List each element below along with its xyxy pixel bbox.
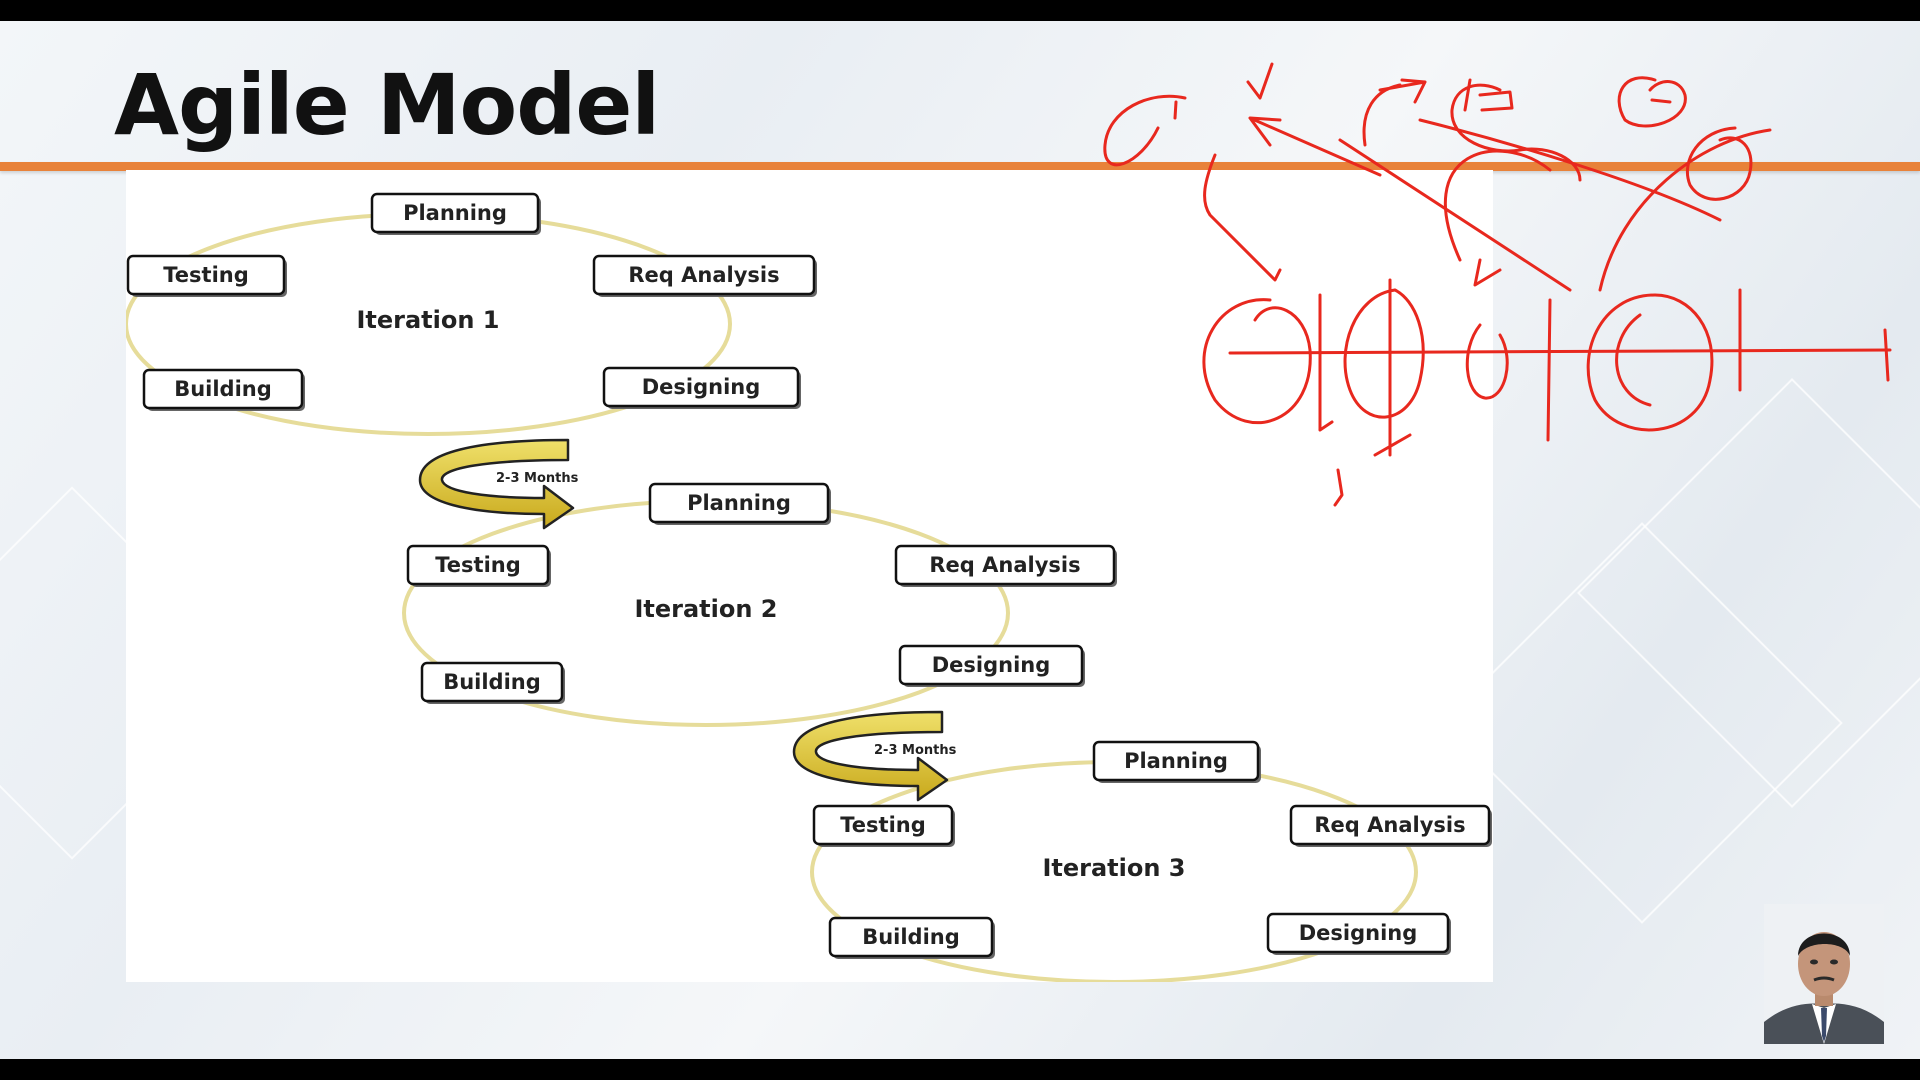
scribble-stroke: [1338, 118, 1722, 292]
stage-label: Testing: [840, 813, 926, 837]
stage-box-building: Building: [420, 661, 565, 704]
stage-label: Req Analysis: [1314, 813, 1465, 837]
stage-label: Req Analysis: [929, 553, 1080, 577]
scribble-stroke: [1586, 293, 1714, 432]
stage-label: Planning: [687, 491, 791, 515]
stage-box-planning: Planning: [1092, 740, 1261, 783]
stage-box-designing: Designing: [898, 644, 1085, 687]
scribble-stroke: [1318, 293, 1334, 432]
iteration-label: Iteration 3: [1042, 854, 1185, 882]
stage-label: Planning: [1124, 749, 1228, 773]
scribble-stroke: [1246, 62, 1274, 100]
handwritten-annotations: [1103, 62, 1892, 507]
scribble-stroke: [1333, 468, 1344, 507]
stage-box-req-analysis: Req Analysis: [894, 544, 1117, 587]
scribble-stroke: [1444, 128, 1772, 292]
scribble-stroke: [1883, 328, 1890, 382]
scribble-stroke: [1617, 76, 1687, 128]
stage-box-planning: Planning: [648, 482, 831, 525]
stage-box-req-analysis: Req Analysis: [592, 254, 817, 297]
stage-box-designing: Designing: [602, 366, 801, 409]
scribble-stroke: [1228, 348, 1892, 355]
stage-box-designing: Designing: [1266, 912, 1451, 955]
iteration-label: Iteration 1: [356, 306, 499, 334]
slide-title: Agile Model: [114, 56, 660, 154]
scribble-stroke: [1473, 258, 1502, 287]
scribble-stroke: [1103, 94, 1187, 167]
scribble-stroke: [1362, 78, 1427, 147]
scribble-stroke: [1202, 298, 1312, 425]
curved-arrow-icon: 2-3 Months: [792, 710, 957, 802]
scribble-stroke: [1615, 313, 1652, 407]
scribble-stroke: [1203, 153, 1282, 282]
scribble-stroke: [1248, 116, 1382, 177]
stage-label: Testing: [163, 263, 249, 287]
scribble-stroke: [1373, 278, 1412, 457]
duration-label: 2-3 Months: [496, 471, 579, 486]
stage-box-planning: Planning: [370, 192, 541, 235]
stage-label: Building: [862, 925, 960, 949]
scribble-stroke: [1685, 126, 1753, 201]
duration-label: 2-3 Months: [874, 743, 957, 758]
stage-label: Building: [174, 377, 272, 401]
stage-label: Building: [443, 670, 541, 694]
scribble-stroke: [1546, 298, 1552, 442]
presenter-avatar-icon: [1764, 904, 1884, 1044]
stage-label: Planning: [403, 201, 507, 225]
iteration-cycle-2: Iteration 2 Planning Req Analysis Designing…: [402, 482, 1117, 727]
stage-label: Req Analysis: [628, 263, 779, 287]
scribble-stroke: [1465, 323, 1509, 400]
stage-label: Designing: [642, 375, 761, 399]
iteration-cycle-1: Iteration 1 Planning Req Analysis Designing…: [126, 192, 817, 436]
iteration-label: Iteration 2: [634, 595, 777, 623]
stage-box-building: Building: [828, 916, 995, 959]
stage-box-req-analysis: Req Analysis: [1289, 804, 1492, 847]
stage-box-testing: Testing: [126, 254, 287, 297]
stage-label: Designing: [932, 653, 1051, 677]
curved-arrow-icon: 2-3 Months: [418, 438, 579, 530]
stage-box-testing: Testing: [406, 544, 551, 587]
stage-box-testing: Testing: [812, 804, 955, 847]
stage-label: Designing: [1299, 921, 1418, 945]
stage-label: Testing: [435, 553, 521, 577]
stage-box-building: Building: [142, 368, 305, 411]
